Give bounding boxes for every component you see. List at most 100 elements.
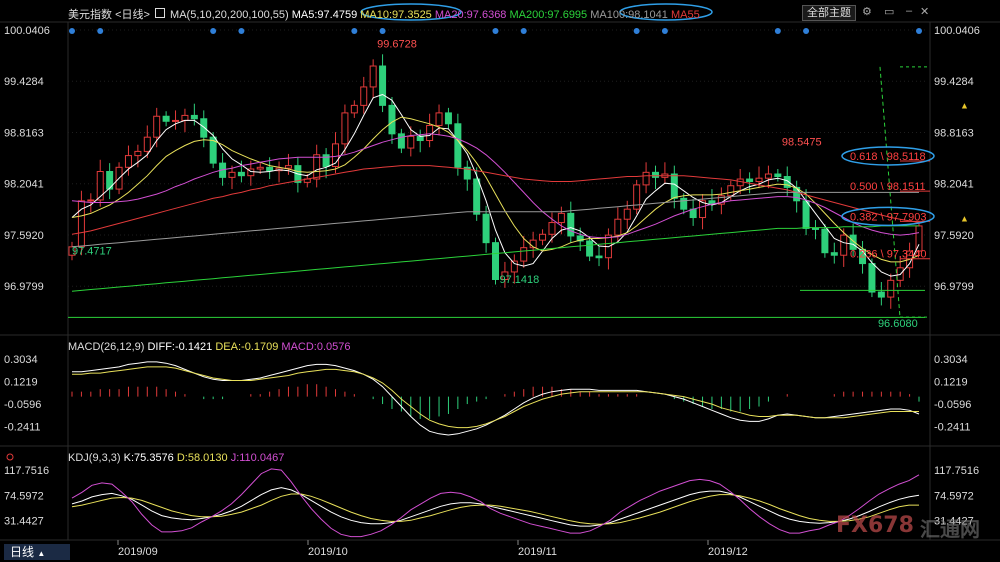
candle-body: [162, 115, 170, 122]
event-dot: [97, 28, 104, 34]
candle-body: [868, 263, 876, 293]
price-y-tick-left: 100.0406: [4, 25, 50, 37]
period-tab-label: 日线: [10, 545, 35, 559]
annotation-dec-low: 96.6080: [878, 318, 918, 330]
watermark-brand: FX678: [836, 513, 914, 538]
candle-body: [567, 212, 575, 237]
event-dot: [916, 28, 922, 34]
candle-body: [557, 212, 565, 224]
theme-button[interactable]: 全部主题: [802, 5, 856, 21]
kdj-d: D:58.0130: [176, 452, 228, 464]
period-tab[interactable]: 日线 ▲: [4, 544, 70, 560]
macd-y-tick-left: 0.3034: [4, 354, 38, 366]
candle-body: [746, 178, 754, 183]
macd-dea: DEA:-0.1709: [215, 341, 279, 353]
candle-body: [454, 123, 462, 168]
kdj-title: KDJ(9,3,3): [68, 452, 121, 464]
fib-level-label: 0.618 \ 98.5118: [850, 151, 926, 163]
event-dot: [238, 28, 245, 34]
ma200-value: MA200:97.6995: [509, 9, 588, 21]
price-y-tick-right: 96.9799: [934, 281, 974, 293]
period-label[interactable]: <日线>: [115, 9, 150, 21]
candle-body: [379, 65, 387, 106]
settings-icon[interactable]: ⚙: [862, 5, 872, 18]
macd-y-tick-right: -0.2411: [934, 422, 971, 434]
candle-body: [322, 154, 330, 167]
ma-title: MA(5,10,20,200,100,55): [170, 9, 289, 21]
annotation-high: 99.6728: [377, 39, 417, 51]
candle-body: [266, 166, 274, 172]
kdj-line-k: [71, 487, 920, 527]
candle-body: [435, 112, 443, 126]
candle-body: [840, 234, 848, 256]
ma5-value: MA5:97.4759: [291, 9, 358, 21]
stock-chart-canvas: 100.0406 100.0406 99.4284 99.4284 98.8163 98.…: [0, 3, 1000, 558]
event-dot: [492, 28, 499, 34]
candle-body: [802, 200, 810, 229]
event-dot: [379, 28, 386, 34]
ma10-value: MA10:97.3525: [360, 9, 432, 21]
price-y-tick-right: 97.5920: [934, 230, 974, 242]
kdj-header: KDJ(9,3,3) K:75.3576 D:58.0130 J:110.046…: [68, 452, 284, 464]
candle-body: [821, 228, 829, 254]
x-tick-label: 2019/12: [708, 546, 748, 558]
candle-body: [595, 255, 603, 259]
minimize-icon[interactable]: –: [906, 5, 912, 17]
macd-y-tick-left: -0.2411: [4, 422, 41, 434]
kdj-y-tick-left: 31.4427: [4, 516, 44, 528]
ma55-value: MA55: [670, 9, 700, 21]
fullscreen-icon[interactable]: ▭: [884, 5, 894, 18]
candle-body: [284, 165, 292, 169]
fib-level-label: 0.382 \ 97.7903: [850, 211, 926, 223]
candle-body: [256, 166, 264, 170]
scroll-mark-icon: ▲: [960, 214, 969, 224]
fib-level-label: 0.500 \ 98.1511: [850, 181, 926, 193]
macd-y-tick-right: -0.0596: [934, 399, 971, 411]
candle-body: [651, 171, 659, 178]
scroll-up-icon: ▲: [960, 101, 969, 111]
candle-body: [877, 291, 885, 298]
ma100-value: MA100:98.1041: [590, 9, 668, 21]
candle-body: [811, 227, 819, 230]
event-dot: [351, 28, 358, 34]
candle-body: [350, 104, 358, 114]
candle-body: [77, 200, 85, 248]
macd-y-tick-right: 0.1219: [934, 377, 968, 389]
candle-body: [727, 185, 735, 197]
candle-body: [96, 171, 104, 201]
macd-title: MACD(26,12,9): [68, 341, 145, 353]
candle-body: [87, 199, 95, 202]
candle-body: [510, 260, 518, 273]
ma-line-ma20: [71, 133, 920, 239]
candle-body: [680, 197, 688, 210]
macd-value: MACD:0.0576: [281, 341, 351, 353]
macd-y-tick-left: -0.0596: [4, 399, 41, 411]
kdj-y-tick-right: 117.7516: [934, 465, 979, 477]
x-tick-label: 2019/10: [308, 546, 348, 558]
price-y-tick-right: 98.2041: [934, 179, 974, 191]
candle-body: [313, 154, 321, 180]
macd-y-tick-right: 0.3034: [934, 354, 968, 366]
candle-body: [360, 86, 368, 106]
candle-body: [444, 112, 452, 125]
candle-body: [172, 119, 180, 122]
macd-line-diff: [72, 361, 920, 436]
candle-body: [228, 171, 236, 178]
candle-body: [473, 178, 481, 215]
candle-body: [237, 171, 245, 177]
ma20-value: MA20:97.6368: [434, 9, 507, 21]
kdj-k: K:75.3576: [123, 452, 174, 464]
annotation-peak: 98.5475: [782, 137, 822, 149]
close-icon[interactable]: ✕: [920, 5, 929, 18]
candle-body: [190, 114, 198, 120]
candle-body: [764, 173, 772, 179]
candle-body: [586, 240, 594, 257]
candle-body: [134, 150, 142, 157]
candle-body: [915, 225, 923, 252]
price-y-tick-left: 99.4284: [4, 76, 44, 88]
candle-body: [143, 136, 151, 152]
event-dot: [69, 28, 75, 34]
candle-body: [755, 177, 763, 183]
price-header: 美元指数 <日线> MA(5,10,20,200,100,55) MA5:97.…: [68, 6, 700, 22]
candle-body: [548, 222, 556, 235]
